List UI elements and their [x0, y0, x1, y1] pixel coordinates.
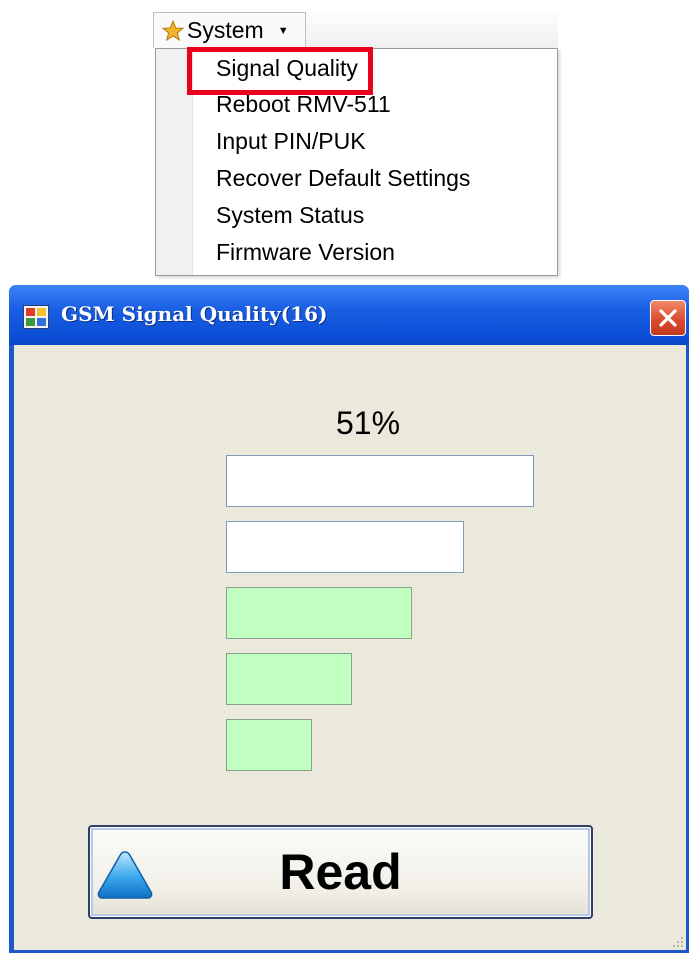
read-button[interactable]: Read	[88, 825, 593, 919]
highlight-box	[187, 47, 373, 95]
close-button[interactable]	[650, 300, 686, 336]
app-icon	[23, 305, 49, 329]
menu-item-firmware-version[interactable]: Firmware Version	[216, 239, 395, 266]
signal-bar-1	[226, 719, 312, 771]
window-title: GSM Signal Quality(16)	[61, 302, 328, 326]
signal-percent: 51%	[335, 405, 401, 441]
menu-item-reboot[interactable]: Reboot RMV-511	[216, 91, 391, 118]
dropdown-arrow-icon: ▼	[277, 24, 289, 37]
signal-bar-3	[226, 587, 412, 639]
resize-grip-icon[interactable]	[670, 934, 684, 948]
title-bar[interactable]: GSM Signal Quality(16)	[9, 285, 689, 345]
menu-item-system-status[interactable]: System Status	[216, 202, 364, 229]
system-menu-label: System	[187, 17, 264, 43]
system-menu[interactable]: System ▼	[153, 12, 306, 48]
signal-bar-4	[226, 521, 464, 573]
signal-bar-5	[226, 455, 534, 507]
menu-item-input-pin-puk[interactable]: Input PIN/PUK	[216, 128, 366, 155]
menu-item-recover-defaults[interactable]: Recover Default Settings	[216, 165, 470, 192]
signal-quality-dialog: GSM Signal Quality(16) 51% Read	[9, 285, 689, 953]
close-icon	[659, 309, 677, 327]
star-icon	[162, 19, 184, 42]
read-button-label: Read	[279, 844, 402, 900]
dialog-client-area: 51% Read	[14, 345, 686, 950]
signal-bar-2	[226, 653, 352, 705]
